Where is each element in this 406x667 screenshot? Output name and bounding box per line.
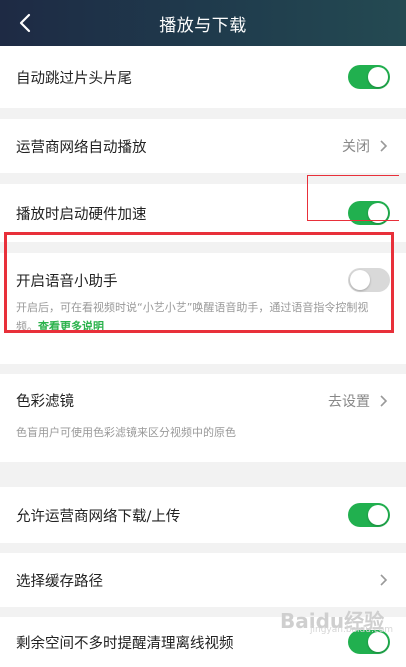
more-info-link[interactable]: 查看更多说明 [38,320,104,333]
section-divider [0,607,406,617]
toggle-knob [350,270,370,290]
chevron-right-icon [380,140,388,152]
setting-label: 选择缓存路径 [16,573,103,590]
chevron-right-icon [380,574,388,586]
setting-row-voice-assistant: 开启语音小助手 开启后，可在看视频时说“小艺小艺”唤醒语音助手，通过语音指令控制… [0,253,406,364]
section-divider [0,173,406,184]
setting-label: 色彩滤镜 [16,394,74,410]
settings-list: 自动跳过片头片尾 运营商网络自动播放 关闭 播放时启动硬件加速 开启语音小助手 … [0,46,406,667]
color-filter-description: 色盲用户可使用色彩滤镜来区分视频中的原色 [16,426,236,439]
setting-label: 开启语音小助手 [16,273,118,290]
hw-accel-toggle[interactable] [348,201,390,225]
voice-assistant-toggle[interactable] [348,268,390,292]
setting-label: 允许运营商网络下载/上传 [16,508,181,525]
toggle-knob [368,505,388,525]
section-divider [0,543,406,553]
voice-assistant-header: 开启语音小助手 [16,268,390,292]
voice-assistant-description: 开启后，可在看视频时说“小艺小艺”唤醒语音助手，通过语音指令控制视频。查看更多说… [16,298,390,336]
setting-label: 运营商网络自动播放 [16,139,147,156]
page-title: 播放与下载 [159,15,247,36]
setting-label: 自动跳过片头片尾 [16,70,132,87]
section-divider [0,364,406,374]
chevron-right-icon [380,394,388,407]
skip-intro-toggle[interactable] [348,65,390,89]
toggle-knob [368,203,388,223]
setting-row-skip-intro: 自动跳过片头片尾 [0,46,406,108]
setting-label: 播放时启动硬件加速 [16,206,147,223]
setting-label: 剩余空间不多时提醒清理离线视频 [16,635,234,652]
setting-value-group: 关闭 [342,136,390,156]
section-divider [0,108,406,119]
toggle-knob [368,632,388,652]
setting-row-carrier-download: 允许运营商网络下载/上传 [0,487,406,543]
setting-row-cache-path[interactable]: 选择缓存路径 [0,553,406,607]
low-space-reminder-toggle[interactable] [348,630,390,654]
back-arrow-icon[interactable] [14,11,38,35]
setting-row-carrier-autoplay[interactable]: 运营商网络自动播放 关闭 [0,119,406,173]
section-divider [0,462,406,487]
setting-row-low-space-reminder: 剩余空间不多时提醒清理离线视频 [0,617,406,667]
setting-row-hw-accel: 播放时启动硬件加速 [0,184,406,242]
color-filter-header: 色彩滤镜 去设置 [16,390,390,411]
section-divider [0,242,406,253]
setting-value: 去设置 [328,393,370,410]
app-header: 播放与下载 [0,0,406,46]
carrier-download-toggle[interactable] [348,503,390,527]
toggle-knob [368,67,388,87]
setting-value-group: 去设置 [328,391,390,411]
setting-value: 关闭 [342,139,370,155]
setting-row-color-filter[interactable]: 色彩滤镜 去设置 色盲用户可使用色彩滤镜来区分视频中的原色 [0,374,406,462]
